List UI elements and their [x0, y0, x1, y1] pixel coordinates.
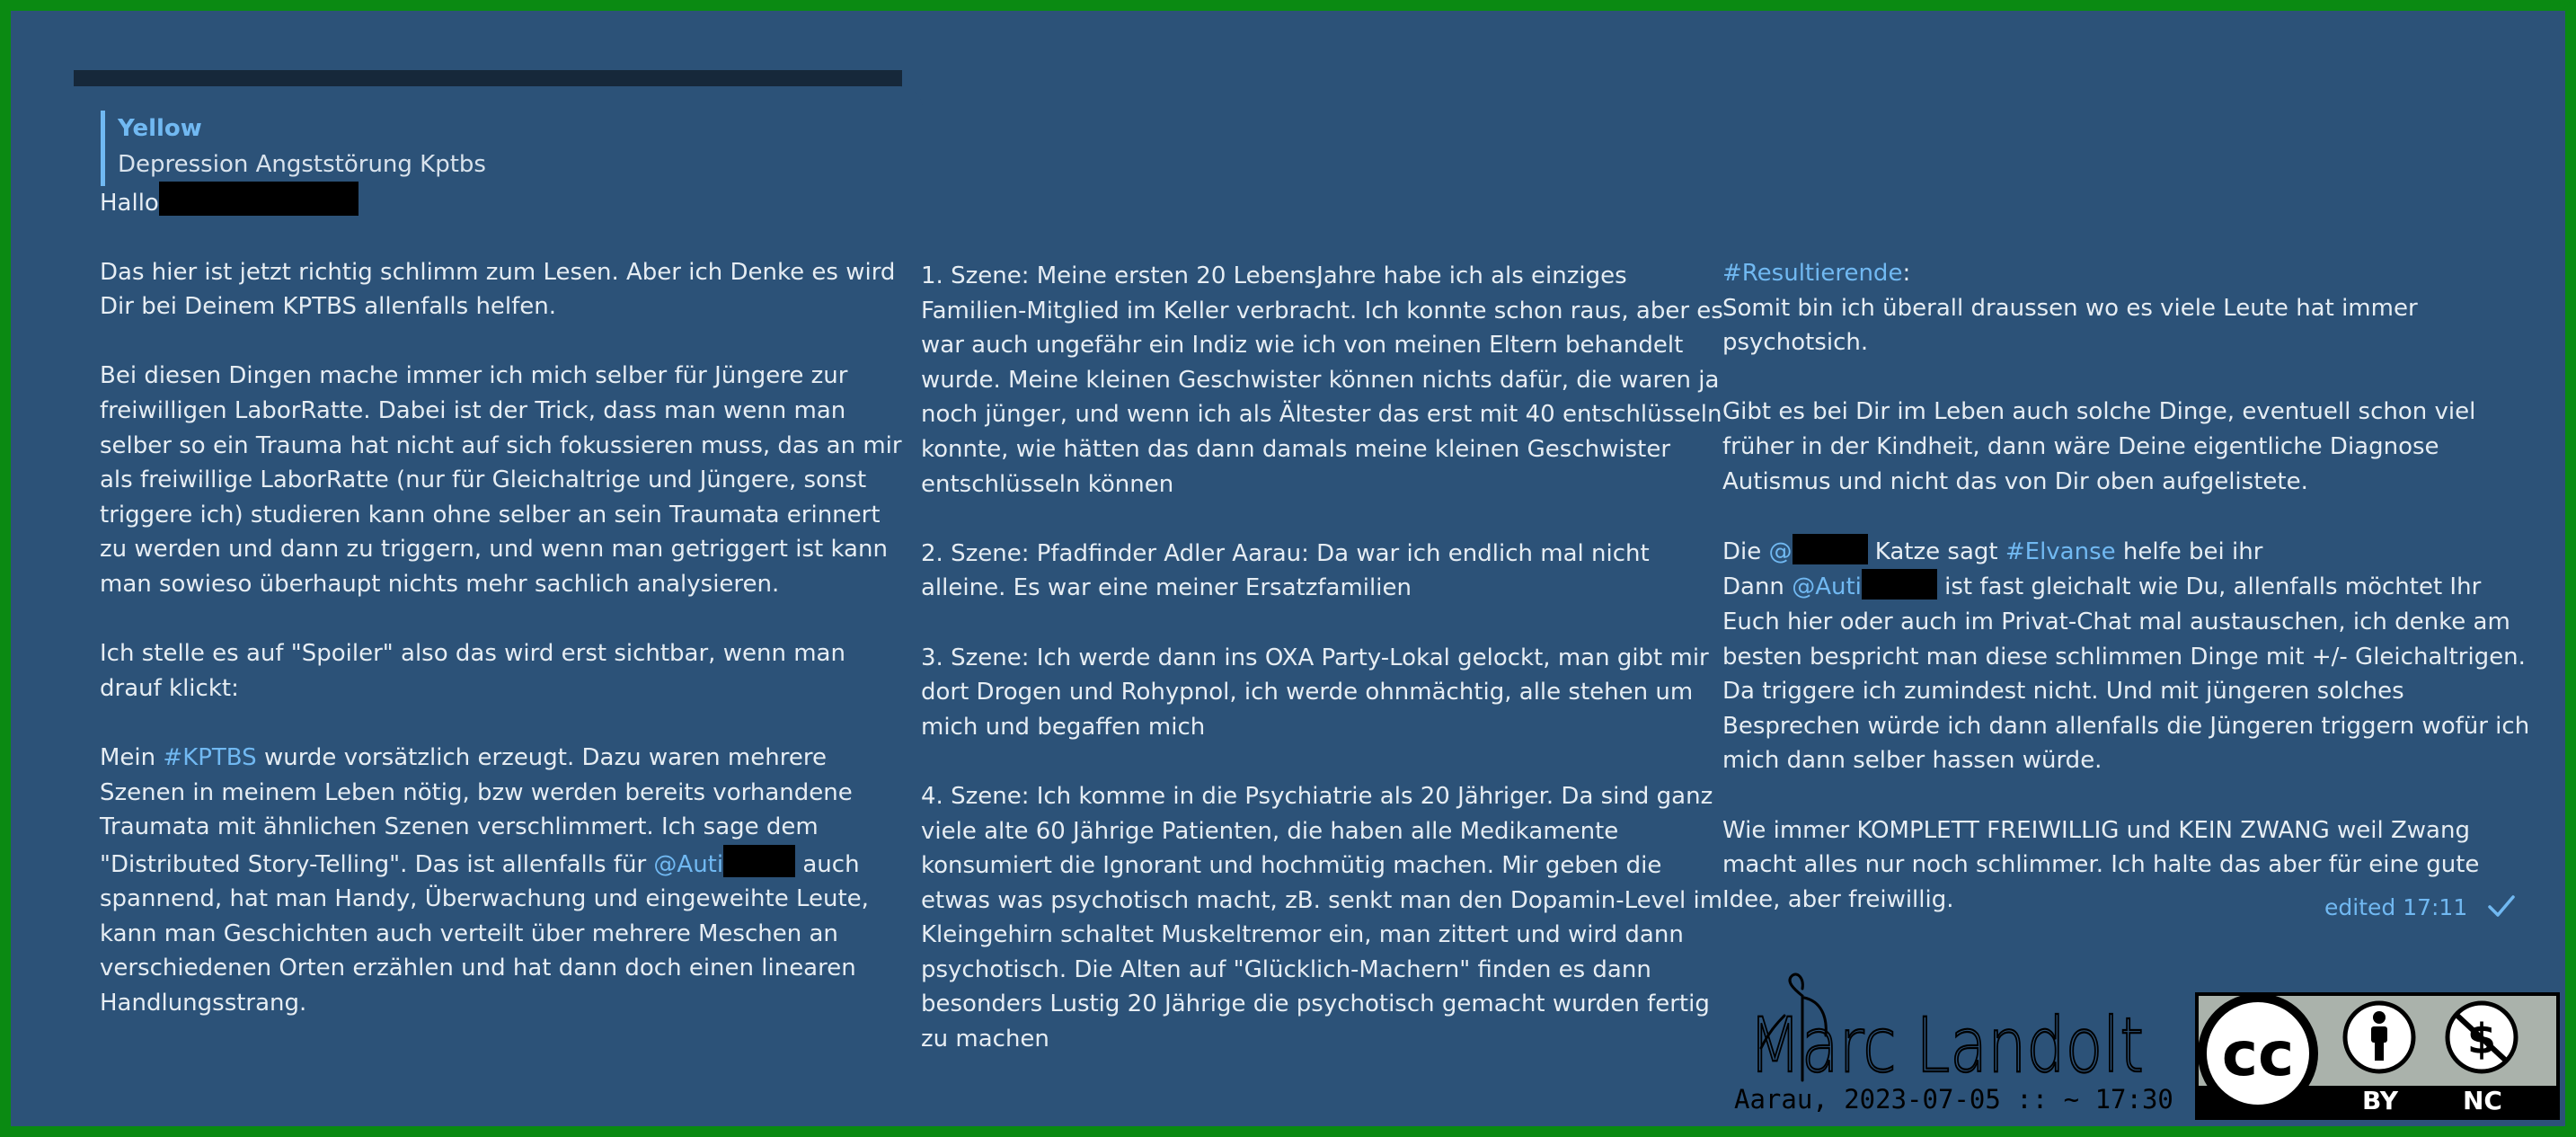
paragraph: Bei diesen Dingen mache immer ich mich s… — [100, 362, 902, 598]
paragraph: #Resultierende: Somit bin ich überall dra… — [1722, 256, 2540, 360]
text-fragment: ist fast gleichalt wie Du, allenfalls mö… — [1722, 573, 2530, 775]
text-fragment: Die — [1722, 537, 1769, 565]
redacted-mention — [1861, 569, 1937, 600]
paragraph: Das hier ist jetzt richtig schlimm zum L… — [100, 258, 896, 321]
mention-link[interactable]: @Auti — [653, 851, 723, 878]
license-by-label: BY — [2361, 1086, 2399, 1115]
attribution-icon — [2342, 1000, 2416, 1074]
redacted-mention — [1792, 533, 1868, 564]
paragraph: 1. Szene: Meine ersten 20 LebensJahre ha… — [921, 262, 1723, 498]
paragraph: Die @ Katze sagt #Elvanse helfe bei ihr D… — [1722, 533, 2540, 778]
message-column-3: #Resultierende: Somit bin ich überall dra… — [1722, 256, 2540, 917]
paragraph: 2. Szene: Pfadfinder Adler Aarau: Da war… — [921, 539, 1650, 602]
cc-label: cc — [2222, 1019, 2295, 1090]
chat-window: Yellow Depression Angststörung Kptbs Hal… — [11, 11, 2565, 1126]
hashtag-link[interactable]: #Elvanse — [2005, 538, 2116, 565]
greeting-line: Hallo — [100, 182, 908, 221]
redacted-mention — [723, 844, 796, 877]
text-fragment: Somit bin ich überall draussen wo es vie… — [1722, 294, 2418, 357]
paragraph: Gibt es bei Dir im Leben auch solche Din… — [1722, 398, 2476, 495]
hashtag-link[interactable]: #KPTBS — [163, 744, 256, 771]
edited-timestamp: edited 17:11 — [2324, 894, 2468, 920]
text-fragment: Mein — [100, 743, 164, 771]
text-fragment: Dann — [1722, 573, 1793, 601]
reply-quote[interactable]: Yellow Depression Angststörung Kptbs — [101, 111, 486, 186]
signature-logo: Marc Landolt — [1748, 973, 2145, 1083]
message-column-2: 1. Szene: Meine ersten 20 LebensJahre ha… — [921, 259, 1730, 1057]
redacted-name — [158, 182, 359, 216]
text-fragment: Katze sagt — [1867, 537, 2005, 565]
reply-author[interactable]: Yellow — [118, 111, 486, 147]
license-nc-label: NC — [2463, 1086, 2502, 1115]
hashtag-link[interactable]: #Resultierende — [1722, 260, 1902, 287]
creative-commons-icon: cc — [2198, 993, 2318, 1114]
paragraph: 4. Szene: Ich komme in die Psychiatrie a… — [921, 782, 1723, 1053]
license-badge[interactable]: cc $ BY NC — [2195, 992, 2560, 1120]
mention-link[interactable]: @Auti — [1792, 573, 1862, 600]
paragraph: Mein #KPTBS wurde vorsätzlich erzeugt. D… — [100, 741, 908, 1021]
paragraph: 3. Szene: Ich werde dann ins OXA Party-L… — [921, 644, 1709, 741]
check-icon — [2488, 895, 2515, 917]
noncommercial-icon: $ — [2445, 1000, 2518, 1074]
greeting: Hallo — [100, 190, 159, 217]
text-fragment: : — [1902, 260, 1911, 287]
reply-preview-text: Depression Angststörung Kptbs — [118, 151, 486, 178]
text-fragment: helfe bei ihr — [2115, 537, 2263, 565]
signature-name: Marc Landolt — [1748, 1001, 2144, 1083]
signature-date: Aarau, 2023-07-05 :: ~ 17:30 — [1734, 1084, 2173, 1115]
message-column-1: Hallo Das hier ist jetzt richtig schlimm… — [100, 182, 908, 1021]
mention-link[interactable]: @ — [1769, 538, 1793, 565]
paragraph: Ich stelle es auf "Spoiler" also das wir… — [100, 640, 845, 702]
